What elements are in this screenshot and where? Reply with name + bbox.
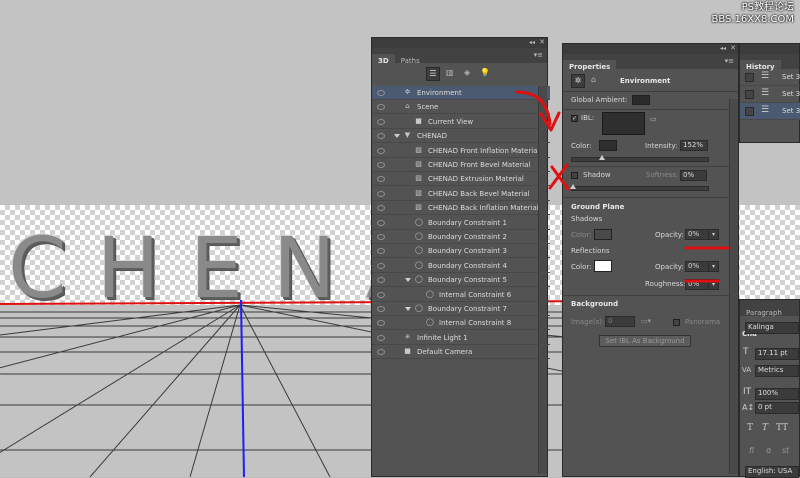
annotation-cross: [548, 163, 570, 191]
annotation-overlay: [515, 90, 730, 283]
